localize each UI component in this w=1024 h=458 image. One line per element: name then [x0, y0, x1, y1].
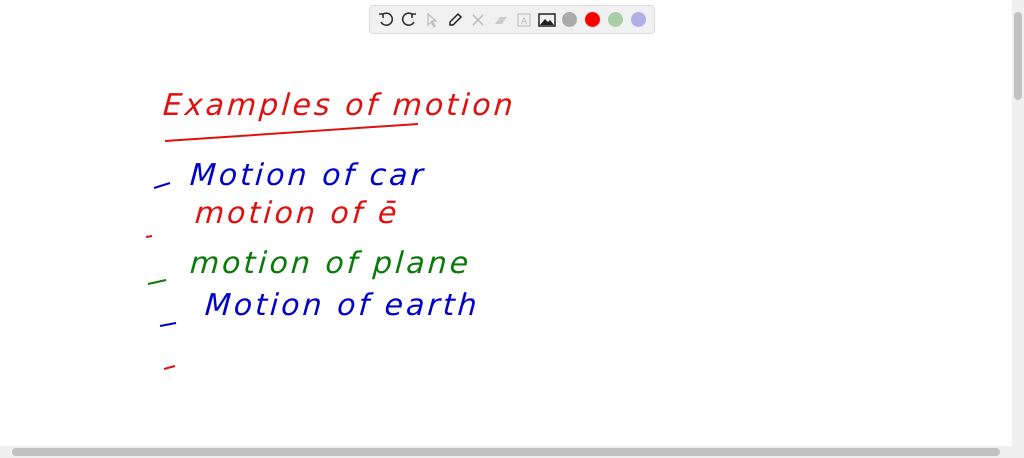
handwritten-line: motion of ē [193, 196, 401, 231]
bullet-dash [163, 365, 176, 370]
vertical-scrollbar[interactable] [1012, 0, 1024, 446]
bullet-dash [159, 322, 177, 327]
handwritten-line: Motion of car [188, 158, 428, 193]
title-underline [164, 123, 419, 142]
vertical-scroll-thumb[interactable] [1014, 12, 1022, 100]
bullet-dash [147, 279, 167, 285]
horizontal-scrollbar[interactable] [0, 446, 1024, 458]
bullet-dash [153, 182, 171, 189]
handwritten-line: motion of plane [188, 246, 473, 281]
handwritten-line: Motion of earth [203, 288, 481, 323]
ink-strokes [145, 123, 419, 370]
horizontal-scroll-thumb[interactable] [12, 448, 1000, 456]
bullet-dash [145, 235, 153, 238]
